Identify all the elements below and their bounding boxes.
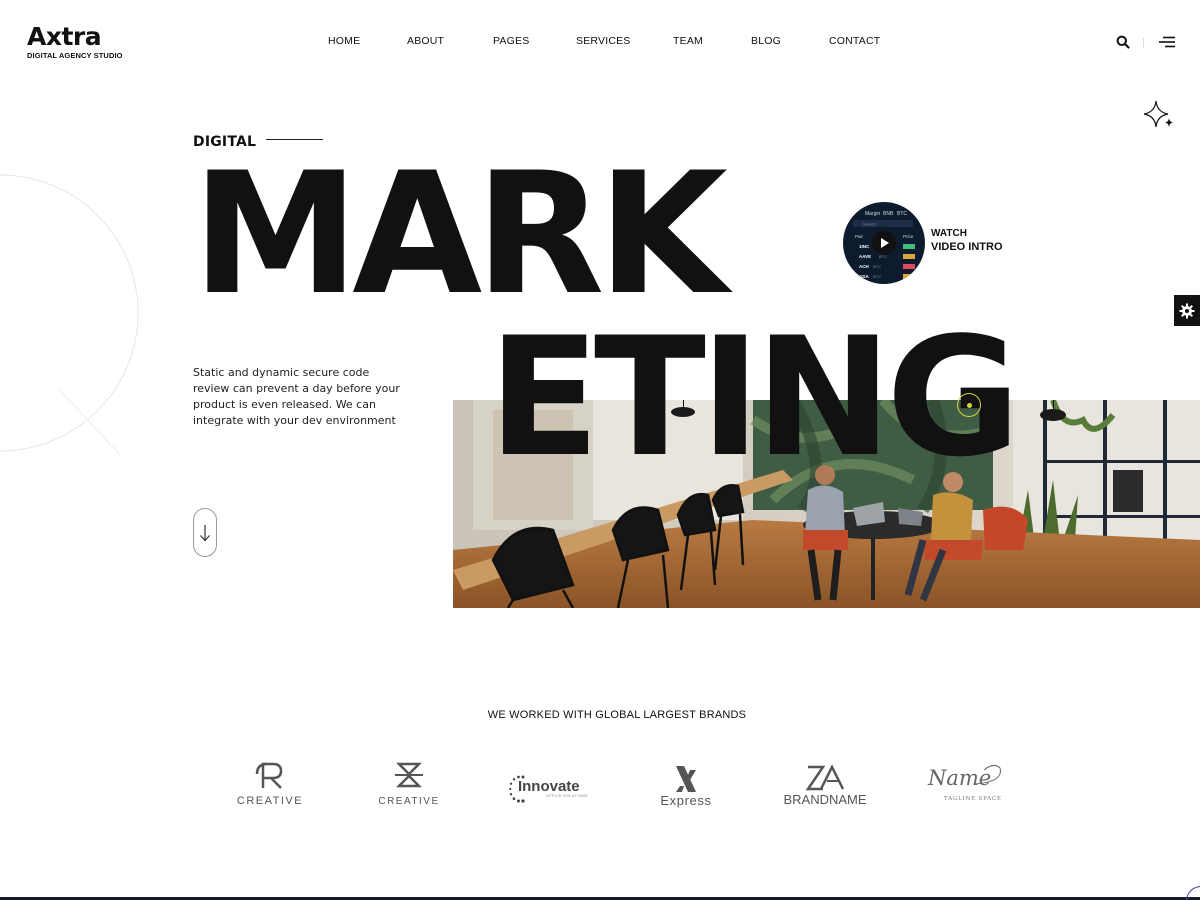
thumb-tab-margin: Margin <box>865 211 881 217</box>
thumb-header-price: Price <box>903 234 914 239</box>
brands-title: WE WORKED WITH GLOBAL LARGEST BRANDS <box>487 709 747 721</box>
nav-item-home[interactable]: HOME <box>328 35 360 47</box>
arrow-down-icon <box>200 524 210 541</box>
brand-logo-name-script[interactable]: Name TAGLINE SPACE <box>924 762 1006 812</box>
cursor-ring <box>957 393 981 417</box>
thumb-row-3-pair: BTC <box>873 264 881 269</box>
watch-text: WATCH <box>931 228 967 239</box>
brand-name: CREATIVE <box>236 795 304 807</box>
sparkle-icon <box>1140 98 1176 134</box>
brand-subtitle: OFFICE SOLUTIONS <box>545 794 588 799</box>
brand-logo-innovate[interactable]: Innovate OFFICE SOLUTIONS <box>508 764 588 814</box>
video-intro-text: VIDEO INTRO <box>931 241 1003 253</box>
video-intro-thumbnail[interactable]: Margin BNB BTC Search Pair Price 1INC AA… <box>843 202 925 284</box>
brand-subtitle: TAGLINE SPACE <box>944 796 1002 802</box>
brand-logo-express[interactable]: Express <box>656 764 716 814</box>
brand-name: Express <box>660 793 712 808</box>
hourglass-diamond-icon <box>395 762 423 788</box>
thumb-row-2: AAVE <box>859 254 871 259</box>
x-mark-icon <box>676 766 696 792</box>
menu-icon[interactable] <box>1159 35 1175 48</box>
brand-logo-creative-r[interactable]: CREATIVE <box>236 760 304 810</box>
brand-name: Name <box>928 766 992 790</box>
thumb-row-4: ADA <box>859 274 869 279</box>
nav-item-team[interactable]: TEAM <box>673 35 703 47</box>
thumb-tab-btc: BTC <box>897 211 907 217</box>
gear-icon <box>1179 303 1195 318</box>
brand-name: CREATIVE <box>378 796 440 807</box>
thumb-tab-bnb: BNB <box>883 211 894 217</box>
nav-item-about[interactable]: ABOUT <box>407 35 444 47</box>
thumb-row-1: 1INC <box>859 244 870 249</box>
za-monogram-icon <box>805 764 845 791</box>
header-divider <box>1143 38 1144 48</box>
main-nav: HOME ABOUT PAGES SERVICES TEAM BLOG CONT… <box>0 35 1200 49</box>
hero-title-line-1: MARK <box>192 136 728 332</box>
nav-item-contact[interactable]: CONTACT <box>829 35 880 47</box>
brand-name: BRANDNAME <box>783 792 867 807</box>
brand-name: Innovate <box>517 778 580 796</box>
thumb-row-4-pair: BTC <box>873 274 881 279</box>
video-intro-label[interactable]: WATCH VIDEO INTRO <box>931 227 1003 254</box>
nav-item-blog[interactable]: BLOG <box>751 35 781 47</box>
search-icon[interactable] <box>1116 35 1130 49</box>
logo-tagline: DIGITAL AGENCY STUDIO <box>27 51 123 60</box>
settings-tab[interactable] <box>1174 295 1200 326</box>
brand-logo-creative-diamond[interactable]: CREATIVE <box>378 760 440 810</box>
scroll-down-button[interactable] <box>193 508 217 557</box>
thumb-row-3: ACH <box>859 264 869 269</box>
thumb-search: Search <box>863 222 876 227</box>
hero-title-line-2: ETING <box>488 302 1021 493</box>
thumb-header-pair: Pair <box>855 234 864 239</box>
nav-item-services[interactable]: SERVICES <box>576 35 631 47</box>
hero-description: Static and dynamic secure code review ca… <box>193 366 400 427</box>
r-monogram-icon <box>255 762 283 789</box>
decorative-arcs <box>0 170 160 470</box>
nav-item-pages[interactable]: PAGES <box>493 35 529 47</box>
corner-decoration <box>1186 886 1200 900</box>
brand-logo-brandname[interactable]: BRANDNAME <box>783 764 867 814</box>
